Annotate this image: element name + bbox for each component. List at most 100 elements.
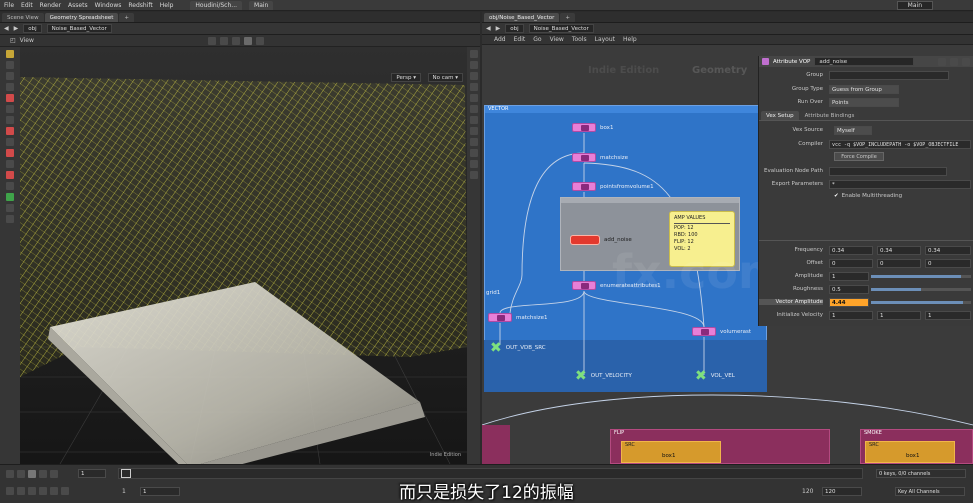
snap-tool-icon[interactable] — [6, 160, 14, 168]
menu-windows[interactable]: Windows — [95, 2, 122, 9]
pin-icon[interactable] — [207, 36, 216, 45]
ghost-icon[interactable] — [469, 94, 478, 102]
snap-icon[interactable] — [231, 36, 240, 45]
selection-icon[interactable] — [243, 36, 252, 45]
frequency-y[interactable]: 0.34 — [877, 246, 921, 255]
first-frame-icon[interactable] — [6, 470, 14, 478]
forward-arrow-icon[interactable]: ▶ — [14, 25, 19, 32]
vector-amplitude-slider[interactable] — [871, 301, 971, 304]
net-menu-layout[interactable]: Layout — [595, 36, 615, 43]
3d-viewport[interactable]: Persp ▾ No cam ▾ Indie Edition — [20, 47, 467, 464]
lighting-icon[interactable] — [469, 61, 478, 69]
run-over-select[interactable]: Points — [829, 98, 899, 107]
menu-assets[interactable]: Assets — [68, 2, 88, 9]
shelf-main-tab[interactable]: Main — [249, 0, 274, 10]
offset-z[interactable]: 0 — [925, 259, 971, 268]
roughness-slider[interactable] — [871, 288, 971, 291]
stop-icon[interactable] — [28, 470, 36, 478]
magnet-tool-icon[interactable] — [6, 171, 14, 179]
gear-icon[interactable] — [938, 57, 946, 66]
group-field[interactable] — [829, 71, 949, 80]
node-out-vdb-src[interactable]: ✖ OUT_VDB_SRC — [490, 341, 546, 355]
node-grid1[interactable]: grid1 — [486, 290, 500, 296]
menu-render[interactable]: Render — [40, 2, 61, 9]
persp-menu[interactable]: Persp ▾ — [391, 73, 421, 82]
group-type-select[interactable]: Guess from Group — [829, 85, 899, 94]
grid-icon[interactable] — [469, 138, 478, 146]
tab-scene-view[interactable]: Scene View — [2, 13, 44, 22]
help-icon[interactable] — [950, 57, 958, 66]
roughness-field[interactable]: 0.5 — [829, 285, 869, 294]
camera-menu[interactable]: No cam ▾ — [427, 73, 463, 82]
tab-geometry-spreadsheet[interactable]: Geometry Spreadsheet — [44, 13, 119, 22]
init-velocity-y[interactable]: 1 — [877, 311, 921, 320]
play-reverse-icon[interactable] — [17, 470, 25, 478]
compiler-field[interactable]: vcc -q $VOP_INCLUDEPATH -o $VOP_OBJECTFI… — [829, 140, 971, 149]
pose-tool-icon[interactable] — [6, 105, 14, 113]
path-node[interactable]: Noise_Based_Vector — [46, 24, 112, 33]
net-menu-help[interactable]: Help — [623, 36, 637, 43]
select-tool-icon[interactable] — [6, 50, 14, 58]
src-box-smoke[interactable]: SRC box1 — [865, 441, 955, 463]
offset-y[interactable]: 0 — [877, 259, 921, 268]
network-box-flip[interactable]: FLIP SRC box1 — [610, 429, 830, 464]
last-frame-icon[interactable] — [50, 470, 58, 478]
render-region-icon[interactable] — [6, 193, 14, 201]
camera-tool-icon[interactable] — [6, 204, 14, 212]
shelf-set-tab[interactable]: Houdini/Sch... — [190, 0, 243, 10]
info-icon[interactable] — [962, 57, 970, 66]
force-compile-button[interactable]: Force Compile — [834, 152, 884, 161]
net-menu-edit[interactable]: Edit — [514, 36, 526, 43]
safe-area-icon[interactable] — [469, 171, 478, 179]
node-add-noise[interactable]: add_noise — [570, 235, 632, 245]
vex-source-select[interactable]: Myself — [834, 126, 872, 135]
normals-icon[interactable] — [469, 116, 478, 124]
node-name-field[interactable]: add_noise — [814, 57, 915, 66]
tab-attribute-bindings[interactable]: Attribute Bindings — [799, 111, 860, 120]
net-menu-tools[interactable]: Tools — [572, 36, 587, 43]
display-option-icon[interactable] — [469, 50, 478, 58]
node-box1[interactable]: box1 — [572, 123, 613, 132]
node-matchsize[interactable]: matchsize — [572, 153, 628, 162]
amplitude-slider[interactable] — [871, 275, 971, 278]
tab-vex-setup[interactable]: Vex Setup — [761, 111, 799, 120]
path-node[interactable]: Noise_Based_Vector — [528, 24, 594, 33]
forward-arrow-icon[interactable]: ▶ — [496, 25, 501, 32]
move-tool-icon[interactable] — [6, 61, 14, 69]
bounds-icon[interactable] — [469, 127, 478, 135]
node-pointsfromvolume[interactable]: pointsfromvolume1 — [572, 182, 654, 191]
guides-icon[interactable] — [469, 149, 478, 157]
brush-tool-icon[interactable] — [6, 127, 14, 135]
init-velocity-z[interactable]: 1 — [925, 311, 971, 320]
path-root[interactable]: obj — [505, 24, 524, 33]
network-box-smoke[interactable]: SMOKE SRC box1 — [860, 429, 973, 464]
ruler-tool-icon[interactable] — [6, 182, 14, 190]
handle-tool-icon[interactable] — [6, 94, 14, 102]
node-vol-vel[interactable]: ✖ VOL_VEL — [695, 369, 735, 383]
eval-node-field[interactable] — [829, 167, 947, 176]
current-frame-field[interactable]: 1 — [78, 469, 106, 478]
points-icon[interactable] — [469, 105, 478, 113]
display-icon[interactable] — [255, 36, 264, 45]
light-tool-icon[interactable] — [6, 215, 14, 223]
back-arrow-icon[interactable]: ◀ — [486, 25, 491, 32]
menu-edit[interactable]: Edit — [21, 2, 33, 9]
sculpt-tool-icon[interactable] — [6, 149, 14, 157]
frequency-x[interactable]: 0.34 — [829, 246, 873, 255]
menu-help[interactable]: Help — [160, 2, 174, 9]
background-icon[interactable] — [469, 160, 478, 168]
play-icon[interactable] — [39, 470, 47, 478]
net-menu-view[interactable]: View — [550, 36, 564, 43]
amplitude-field[interactable]: 1 — [829, 272, 869, 281]
scale-tool-icon[interactable] — [6, 83, 14, 91]
net-menu-add[interactable]: Add — [494, 36, 506, 43]
tab-network[interactable]: obj/Noise_Based_Vector — [484, 13, 560, 22]
paint-tool-icon[interactable] — [6, 138, 14, 146]
rotate-tool-icon[interactable] — [6, 72, 14, 80]
camera-icon[interactable] — [219, 36, 228, 45]
node-matchsize1[interactable]: matchsize1 — [488, 313, 548, 322]
add-tab-button[interactable]: + — [119, 13, 135, 22]
init-velocity-x[interactable]: 1 — [829, 311, 873, 320]
node-out-velocity[interactable]: ✖ OUT_VELOCITY — [575, 369, 632, 383]
src-box-flip[interactable]: SRC box1 — [621, 441, 721, 463]
